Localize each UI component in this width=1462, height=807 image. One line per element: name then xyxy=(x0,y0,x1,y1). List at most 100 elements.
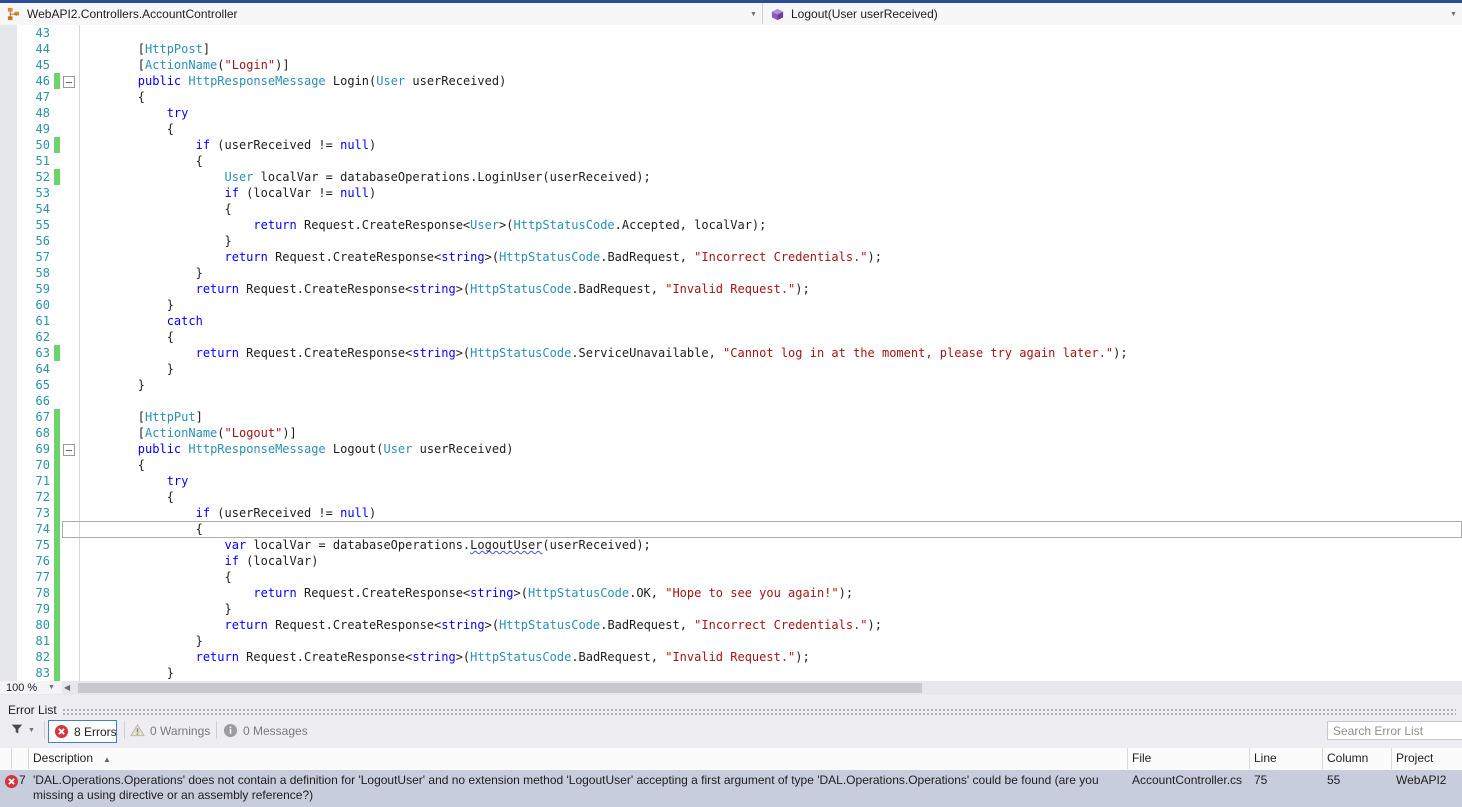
line-number: 59 xyxy=(35,282,50,296)
scrollbar-thumb[interactable] xyxy=(78,683,922,693)
warnings-count-label: 0 Warnings xyxy=(150,723,211,738)
code-text: { xyxy=(80,458,146,472)
header-cell-line[interactable]: Line xyxy=(1250,748,1323,769)
code-line: 73 if (userReceived != null) xyxy=(0,505,1462,521)
error-icon xyxy=(4,774,19,789)
code-line: 51 { xyxy=(0,153,1462,169)
code-line: 49 { xyxy=(0,121,1462,137)
line-number: 54 xyxy=(35,202,50,216)
code-line: 61 catch xyxy=(0,313,1462,329)
line-number: 61 xyxy=(35,314,50,328)
code-line: 79 } xyxy=(0,601,1462,617)
messages-count-label: 0 Messages xyxy=(243,723,308,738)
header-cell-blank[interactable] xyxy=(12,748,29,769)
code-line: 78 return Request.CreateResponse<string>… xyxy=(0,585,1462,601)
warnings-filter-button[interactable]: 0 Warnings xyxy=(130,720,210,741)
code-text: } xyxy=(80,362,174,376)
code-text: { xyxy=(80,122,174,136)
code-text: User localVar = databaseOperations.Login… xyxy=(224,170,651,184)
member-dropdown[interactable]: Logout(User userReceived) xyxy=(770,3,938,25)
code-line: 82 return Request.CreateResponse<string>… xyxy=(0,649,1462,665)
code-line: 44 [HttpPost] xyxy=(0,41,1462,57)
change-bar xyxy=(54,633,60,649)
chevron-down-icon[interactable]: ▼ xyxy=(48,684,55,691)
change-bar xyxy=(54,537,60,553)
code-text: if (userReceived != null) xyxy=(195,506,377,520)
change-bar xyxy=(54,569,60,585)
line-number: 81 xyxy=(35,634,50,648)
scroll-left-arrow-icon[interactable]: ◀ xyxy=(64,683,70,692)
line-number: 64 xyxy=(35,362,50,376)
line-number: 62 xyxy=(35,330,50,344)
code-text: { xyxy=(80,330,174,344)
class-icon xyxy=(6,7,21,22)
chevron-down-icon[interactable]: ▼ xyxy=(750,11,757,18)
filter-button[interactable]: ▼ xyxy=(10,720,44,740)
search-error-list-input[interactable] xyxy=(1327,721,1462,740)
code-text: [ActionName("Logout")] xyxy=(80,426,297,440)
code-line: 46 public HttpResponseMessage Login(User… xyxy=(0,73,1462,89)
horizontal-scrollbar[interactable]: 100 % ▼ ◀ xyxy=(0,681,1462,696)
code-editor[interactable]: 43 44 [HttpPost] 45 [ActionName("Login")] 4… xyxy=(0,25,1462,681)
code-line: 75 var localVar = databaseOperations.Log… xyxy=(0,537,1462,553)
fold-collapse-box[interactable] xyxy=(63,444,75,456)
code-text: } xyxy=(80,378,146,392)
code-text: } xyxy=(80,634,203,648)
line-number: 82 xyxy=(35,650,50,664)
code-line: 68 [ActionName("Logout")] xyxy=(0,425,1462,441)
line-number: 66 xyxy=(35,394,50,408)
error-description: 'DAL.Operations.Operations' does not con… xyxy=(33,773,1099,802)
sort-ascending-icon: ▲ xyxy=(103,755,111,764)
messages-filter-button[interactable]: 0 Messages xyxy=(223,720,308,741)
info-icon xyxy=(223,723,238,738)
code-line: 80 return Request.CreateResponse<string>… xyxy=(0,617,1462,633)
type-dropdown[interactable]: WebAPI2.Controllers.AccountController xyxy=(6,3,238,25)
line-number: 49 xyxy=(35,122,50,136)
errors-filter-button[interactable]: 8 Errors xyxy=(48,720,117,743)
code-text: return Request.CreateResponse<string>(Ht… xyxy=(195,346,1128,360)
error-column: 55 xyxy=(1327,773,1341,787)
code-text: return Request.CreateResponse<string>(Ht… xyxy=(195,282,810,296)
header-cell-file[interactable]: File xyxy=(1128,748,1250,769)
change-bar xyxy=(54,169,60,185)
zoom-control[interactable]: 100 % ▼ xyxy=(0,681,62,694)
code-line: 72 { xyxy=(0,489,1462,505)
header-cell-blank[interactable] xyxy=(0,748,12,769)
header-cell-column[interactable]: Column xyxy=(1323,748,1392,769)
line-number: 70 xyxy=(35,458,50,472)
toolbar-separator xyxy=(124,721,125,739)
code-text: return Request.CreateResponse<string>(Ht… xyxy=(195,650,810,664)
code-line: 66 xyxy=(0,393,1462,409)
header-cell-project[interactable]: Project xyxy=(1392,748,1462,769)
chevron-down-icon[interactable]: ▼ xyxy=(1450,11,1457,18)
line-number: 78 xyxy=(35,586,50,600)
code-line: 83 } xyxy=(0,665,1462,681)
code-text: return Request.CreateResponse<string>(Ht… xyxy=(253,586,854,600)
code-line: 54 { xyxy=(0,201,1462,217)
fold-collapse-box[interactable] xyxy=(63,76,75,88)
toolbar-separator xyxy=(216,721,217,739)
code-text: return Request.CreateResponse<string>(Ht… xyxy=(224,250,882,264)
line-number: 74 xyxy=(35,522,50,536)
line-number: 83 xyxy=(35,666,50,680)
line-number: 56 xyxy=(35,234,50,248)
line-number: 58 xyxy=(35,266,50,280)
errors-count-label: 8 Errors xyxy=(74,724,117,739)
change-bar xyxy=(54,473,60,489)
code-text: if (localVar != null) xyxy=(224,186,377,200)
error-list-panel: Error List ▼ 8 Errors 0 Warnings 0 Messa… xyxy=(0,695,1462,807)
code-line: 55 return Request.CreateResponse<User>(H… xyxy=(0,217,1462,233)
code-text: public HttpResponseMessage Login(User us… xyxy=(137,74,507,88)
header-cell-description[interactable]: Description ▲ xyxy=(29,748,1128,769)
change-bar xyxy=(54,345,60,361)
code-text: } xyxy=(80,298,174,312)
line-number: 52 xyxy=(35,170,50,184)
error-row[interactable]: 7 'DAL.Operations.Operations' does not c… xyxy=(0,770,1462,807)
line-number: 57 xyxy=(35,250,50,264)
code-text: { xyxy=(80,154,203,168)
line-number: 46 xyxy=(35,74,50,88)
type-dropdown-label: WebAPI2.Controllers.AccountController xyxy=(27,7,238,21)
line-number: 67 xyxy=(35,410,50,424)
line-number: 44 xyxy=(35,42,50,56)
error-icon xyxy=(54,724,69,739)
